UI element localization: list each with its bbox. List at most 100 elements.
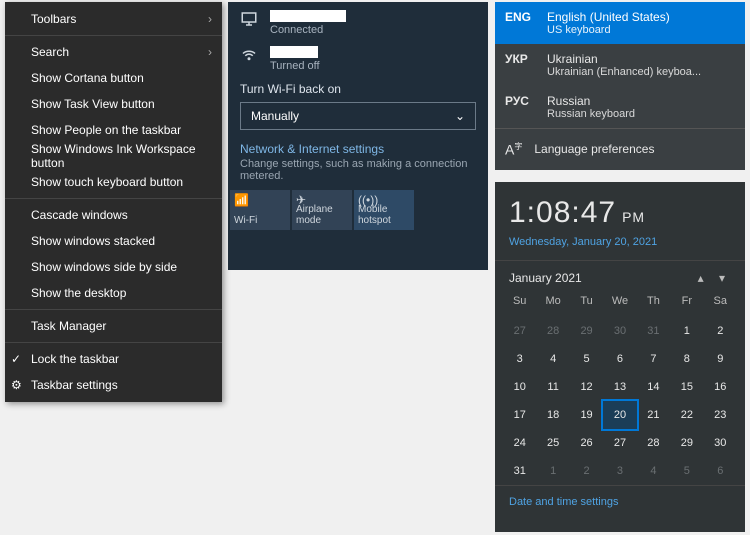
network-name-redacted	[270, 10, 346, 22]
network-flyout: Connected Turned off Turn Wi-Fi back on …	[228, 2, 488, 270]
calendar-day[interactable]: 5	[670, 457, 703, 485]
ctx-touchkbd[interactable]: Show touch keyboard button	[5, 169, 222, 195]
calendar-day[interactable]: 29	[670, 429, 703, 457]
tile-wifi[interactable]: 📶 Wi-Fi	[230, 190, 290, 230]
gear-icon: ⚙	[11, 378, 22, 392]
calendar-day[interactable]: 4	[637, 457, 670, 485]
language-preferences[interactable]: A字 Language preferences	[495, 128, 745, 170]
calendar-day[interactable]: 27	[503, 317, 536, 345]
calendar-day[interactable]: 19	[570, 401, 603, 429]
ctx-label: Toolbars	[31, 12, 76, 26]
calendar-dow: Mo	[536, 295, 569, 317]
tile-airplane[interactable]: ✈ Airplane mode	[292, 190, 352, 230]
calendar-dow: Tu	[570, 295, 603, 317]
calendar-day[interactable]: 9	[704, 345, 737, 373]
ctx-taskview[interactable]: Show Task View button	[5, 91, 222, 117]
calendar-day[interactable]: 4	[536, 345, 569, 373]
calendar-day[interactable]: 8	[670, 345, 703, 373]
calendar-next-icon[interactable]: ▾	[713, 271, 731, 285]
ctx-showdesktop[interactable]: Show the desktop	[5, 280, 222, 306]
calendar-day[interactable]: 5	[570, 345, 603, 373]
ctx-label: Lock the taskbar	[31, 352, 119, 366]
lang-item-rus[interactable]: РУС Russian Russian keyboard	[495, 86, 745, 128]
quick-tiles: 📶 Wi-Fi ✈ Airplane mode ((•)) Mobile hot…	[228, 188, 488, 230]
calendar-day[interactable]: 18	[536, 401, 569, 429]
calendar-day[interactable]: 26	[570, 429, 603, 457]
ctx-people[interactable]: Show People on the taskbar	[5, 117, 222, 143]
calendar-day[interactable]: 14	[637, 373, 670, 401]
lang-pref-icon: A字	[505, 141, 522, 158]
hotspot-icon: ((•))	[358, 193, 378, 207]
ctx-settings[interactable]: ⚙ Taskbar settings	[5, 372, 222, 398]
select-value: Manually	[251, 109, 299, 123]
calendar-day[interactable]: 15	[670, 373, 703, 401]
calendar-day[interactable]: 16	[704, 373, 737, 401]
network-item-wifi[interactable]: Turned off	[228, 38, 488, 74]
calendar-day[interactable]: 31	[503, 457, 536, 485]
calendar-day[interactable]: 6	[603, 345, 636, 373]
calendar-day[interactable]: 1	[670, 317, 703, 345]
lang-item-ukr[interactable]: УКР Ukrainian Ukrainian (Enhanced) keybo…	[495, 44, 745, 86]
calendar-day[interactable]: 12	[570, 373, 603, 401]
calendar-day[interactable]: 3	[603, 457, 636, 485]
calendar-day[interactable]: 28	[536, 317, 569, 345]
ctx-label: Show Task View button	[31, 97, 155, 111]
calendar-day[interactable]: 13	[603, 373, 636, 401]
lang-abbr: ENG	[505, 10, 535, 24]
calendar-day[interactable]: 23	[704, 401, 737, 429]
calendar-prev-icon[interactable]: ▴	[692, 271, 710, 285]
lang-pref-label: Language preferences	[534, 142, 654, 156]
calendar-dow: Sa	[704, 295, 737, 317]
ctx-toolbars[interactable]: Toolbars ›	[5, 6, 222, 32]
calendar-day[interactable]: 6	[704, 457, 737, 485]
calendar-month-label[interactable]: January 2021	[509, 271, 582, 285]
check-icon: ✓	[11, 352, 21, 366]
calendar-dow: Su	[503, 295, 536, 317]
network-item-ethernet[interactable]: Connected	[228, 2, 488, 38]
calendar-day[interactable]: 11	[536, 373, 569, 401]
ctx-cascade[interactable]: Cascade windows	[5, 202, 222, 228]
ctx-ink[interactable]: Show Windows Ink Workspace button	[5, 143, 222, 169]
clock-date-link[interactable]: Wednesday, January 20, 2021	[495, 232, 745, 260]
lang-keyboard: Russian keyboard	[547, 108, 635, 120]
calendar-day[interactable]: 2	[704, 317, 737, 345]
date-time-settings-link[interactable]: Date and time settings	[495, 485, 745, 518]
wifi-turnon-select[interactable]: Manually ⌄	[240, 102, 476, 130]
ctx-label: Show touch keyboard button	[31, 175, 183, 189]
ctx-stacked[interactable]: Show windows stacked	[5, 228, 222, 254]
calendar-day[interactable]: 22	[670, 401, 703, 429]
wifi-icon: 📶	[234, 193, 249, 207]
calendar-day[interactable]: 2	[570, 457, 603, 485]
network-name-redacted	[270, 46, 318, 58]
ctx-sidebyside[interactable]: Show windows side by side	[5, 254, 222, 280]
calendar-grid: SuMoTuWeThFrSa27282930311234567891011121…	[495, 291, 745, 485]
calendar-day[interactable]: 30	[704, 429, 737, 457]
calendar-day[interactable]: 17	[503, 401, 536, 429]
calendar-day[interactable]: 21	[637, 401, 670, 429]
ctx-lock[interactable]: ✓ Lock the taskbar	[5, 346, 222, 372]
ctx-taskmanager[interactable]: Task Manager	[5, 313, 222, 339]
lang-keyboard: US keyboard	[547, 24, 670, 36]
airplane-icon: ✈	[296, 193, 306, 207]
tile-hotspot[interactable]: ((•)) Mobile hotspot	[354, 190, 414, 230]
ctx-search[interactable]: Search ›	[5, 39, 222, 65]
network-settings-link[interactable]: Network & Internet settings	[228, 130, 488, 156]
calendar-day[interactable]: 1	[536, 457, 569, 485]
time-value: 1:08:47	[509, 196, 616, 229]
calendar-day[interactable]: 28	[637, 429, 670, 457]
network-status: Turned off	[270, 60, 320, 72]
calendar-day[interactable]: 20	[603, 401, 636, 429]
ctx-label: Show Windows Ink Workspace button	[31, 142, 212, 170]
calendar-day[interactable]: 24	[503, 429, 536, 457]
ctx-cortana[interactable]: Show Cortana button	[5, 65, 222, 91]
calendar-day[interactable]: 7	[637, 345, 670, 373]
calendar-day[interactable]: 3	[503, 345, 536, 373]
lang-keyboard: Ukrainian (Enhanced) keyboa...	[547, 66, 701, 78]
calendar-day[interactable]: 25	[536, 429, 569, 457]
calendar-day[interactable]: 31	[637, 317, 670, 345]
calendar-day[interactable]: 10	[503, 373, 536, 401]
calendar-day[interactable]: 30	[603, 317, 636, 345]
lang-item-eng[interactable]: ENG English (United States) US keyboard	[495, 2, 745, 44]
calendar-day[interactable]: 29	[570, 317, 603, 345]
calendar-day[interactable]: 27	[603, 429, 636, 457]
